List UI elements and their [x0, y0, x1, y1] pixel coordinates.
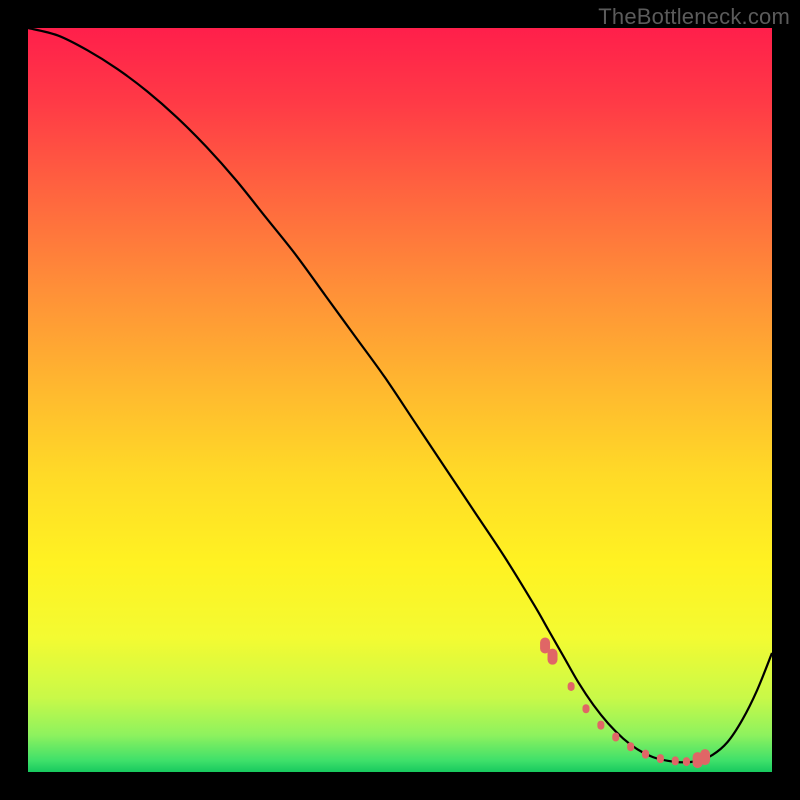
- marker-point: [568, 682, 575, 691]
- marker-point: [627, 742, 634, 751]
- marker-point: [683, 757, 690, 766]
- watermark-text: TheBottleneck.com: [598, 4, 790, 30]
- chart-svg: [28, 28, 772, 772]
- marker-point: [583, 704, 590, 713]
- marker-point: [657, 754, 664, 763]
- marker-point: [642, 750, 649, 759]
- marker-point: [672, 756, 679, 765]
- marker-point: [597, 721, 604, 730]
- marker-point: [700, 749, 710, 765]
- plot-area: [28, 28, 772, 772]
- marker-point: [612, 733, 619, 742]
- marker-point: [548, 649, 558, 665]
- chart-frame: TheBottleneck.com: [0, 0, 800, 800]
